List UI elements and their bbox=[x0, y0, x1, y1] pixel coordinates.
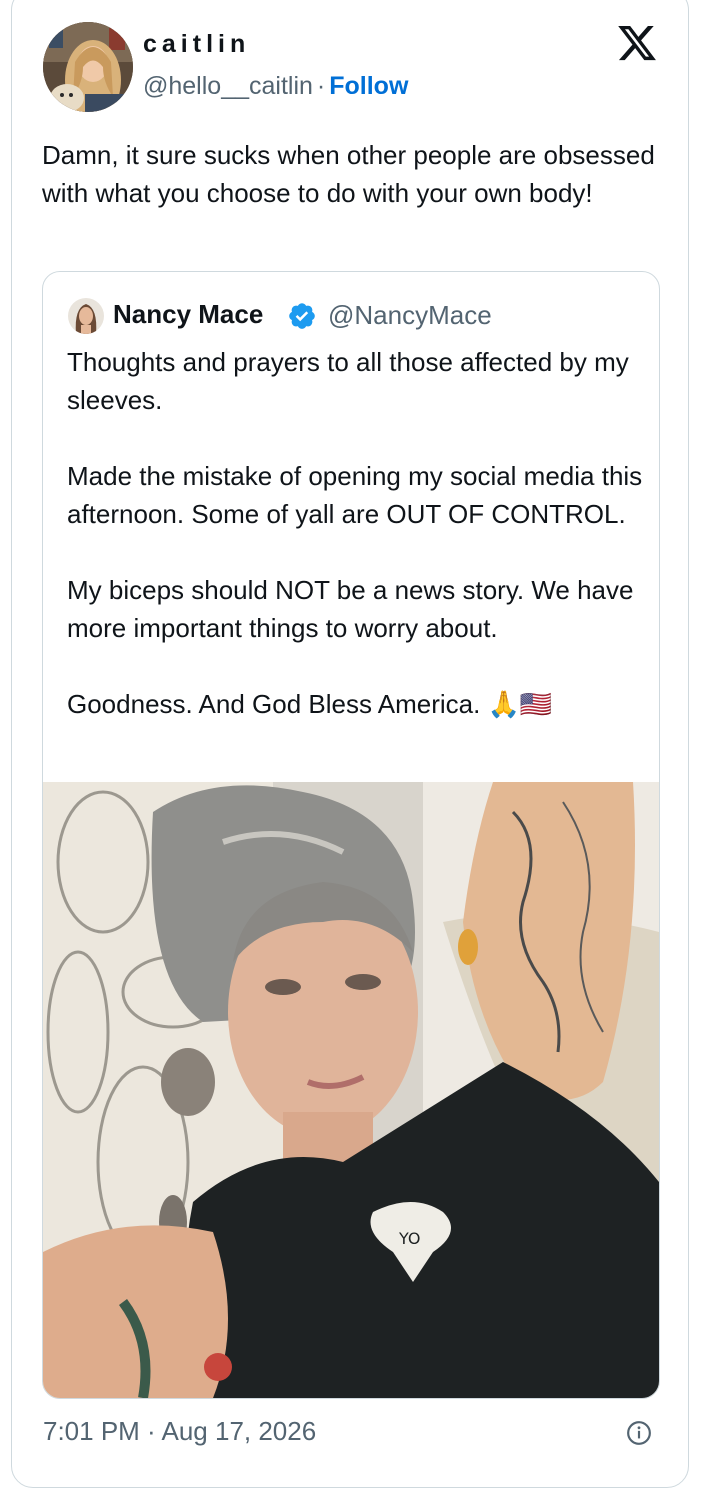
quoted-paragraph: Made the mistake of opening my social me… bbox=[67, 461, 643, 529]
tweet-text: Damn, it sure sucks when other people ar… bbox=[42, 140, 655, 208]
x-logo-icon[interactable] bbox=[614, 22, 660, 64]
info-icon[interactable] bbox=[626, 1420, 652, 1446]
quoted-tweet-text: Thoughts and prayers to all those affect… bbox=[67, 343, 647, 723]
author-display-name[interactable]: caitlin bbox=[143, 30, 250, 59]
shirt-print-text: YO bbox=[398, 1229, 421, 1248]
author-handle[interactable]: @hello__caitlin bbox=[143, 72, 313, 100]
profile-photo-avatar bbox=[68, 298, 104, 334]
quoted-author-handle[interactable]: @NancyMace bbox=[328, 300, 492, 331]
separator-dot: · bbox=[316, 72, 326, 100]
quoted-paragraph: My biceps should NOT be a news story. We… bbox=[67, 575, 634, 643]
quoted-author-avatar[interactable] bbox=[68, 298, 104, 334]
quoted-tweet-photo[interactable]: YO bbox=[43, 782, 659, 1398]
selfie-photo: YO bbox=[43, 782, 659, 1398]
quoted-paragraph: Thoughts and prayers to all those affect… bbox=[67, 347, 629, 415]
verified-badge-icon bbox=[289, 303, 315, 329]
quoted-paragraph: Goodness. And God Bless America. 🙏🇺🇸 bbox=[67, 689, 553, 719]
author-avatar[interactable] bbox=[43, 22, 133, 112]
author-handle-line: @hello__caitlin · Follow bbox=[143, 72, 408, 101]
profile-photo-avatar bbox=[43, 22, 133, 112]
follow-button[interactable]: Follow bbox=[329, 72, 408, 100]
tweet-timestamp[interactable]: 7:01 PM · Aug 17, 2026 bbox=[43, 1416, 316, 1447]
quoted-tweet[interactable]: Nancy Mace @NancyMace Thoughts and praye… bbox=[42, 271, 660, 1399]
quoted-author-name[interactable]: Nancy Mace bbox=[113, 299, 263, 330]
